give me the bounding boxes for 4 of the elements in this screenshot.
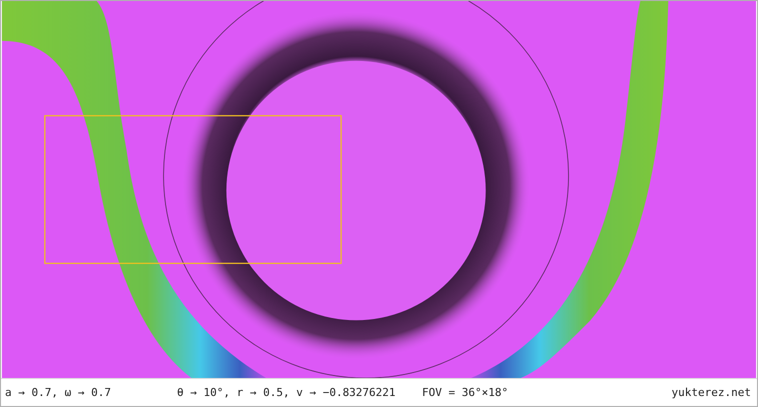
- parameter-readout: θ → 10°, r → 0.5, v → −0.83276221: [177, 386, 397, 400]
- parameter-readout: FOV = 36°×18°: [422, 386, 510, 400]
- site-name: yukterez.net: [672, 386, 751, 400]
- parameter-readout: a → 0.7, ω → 0.7: [5, 386, 112, 400]
